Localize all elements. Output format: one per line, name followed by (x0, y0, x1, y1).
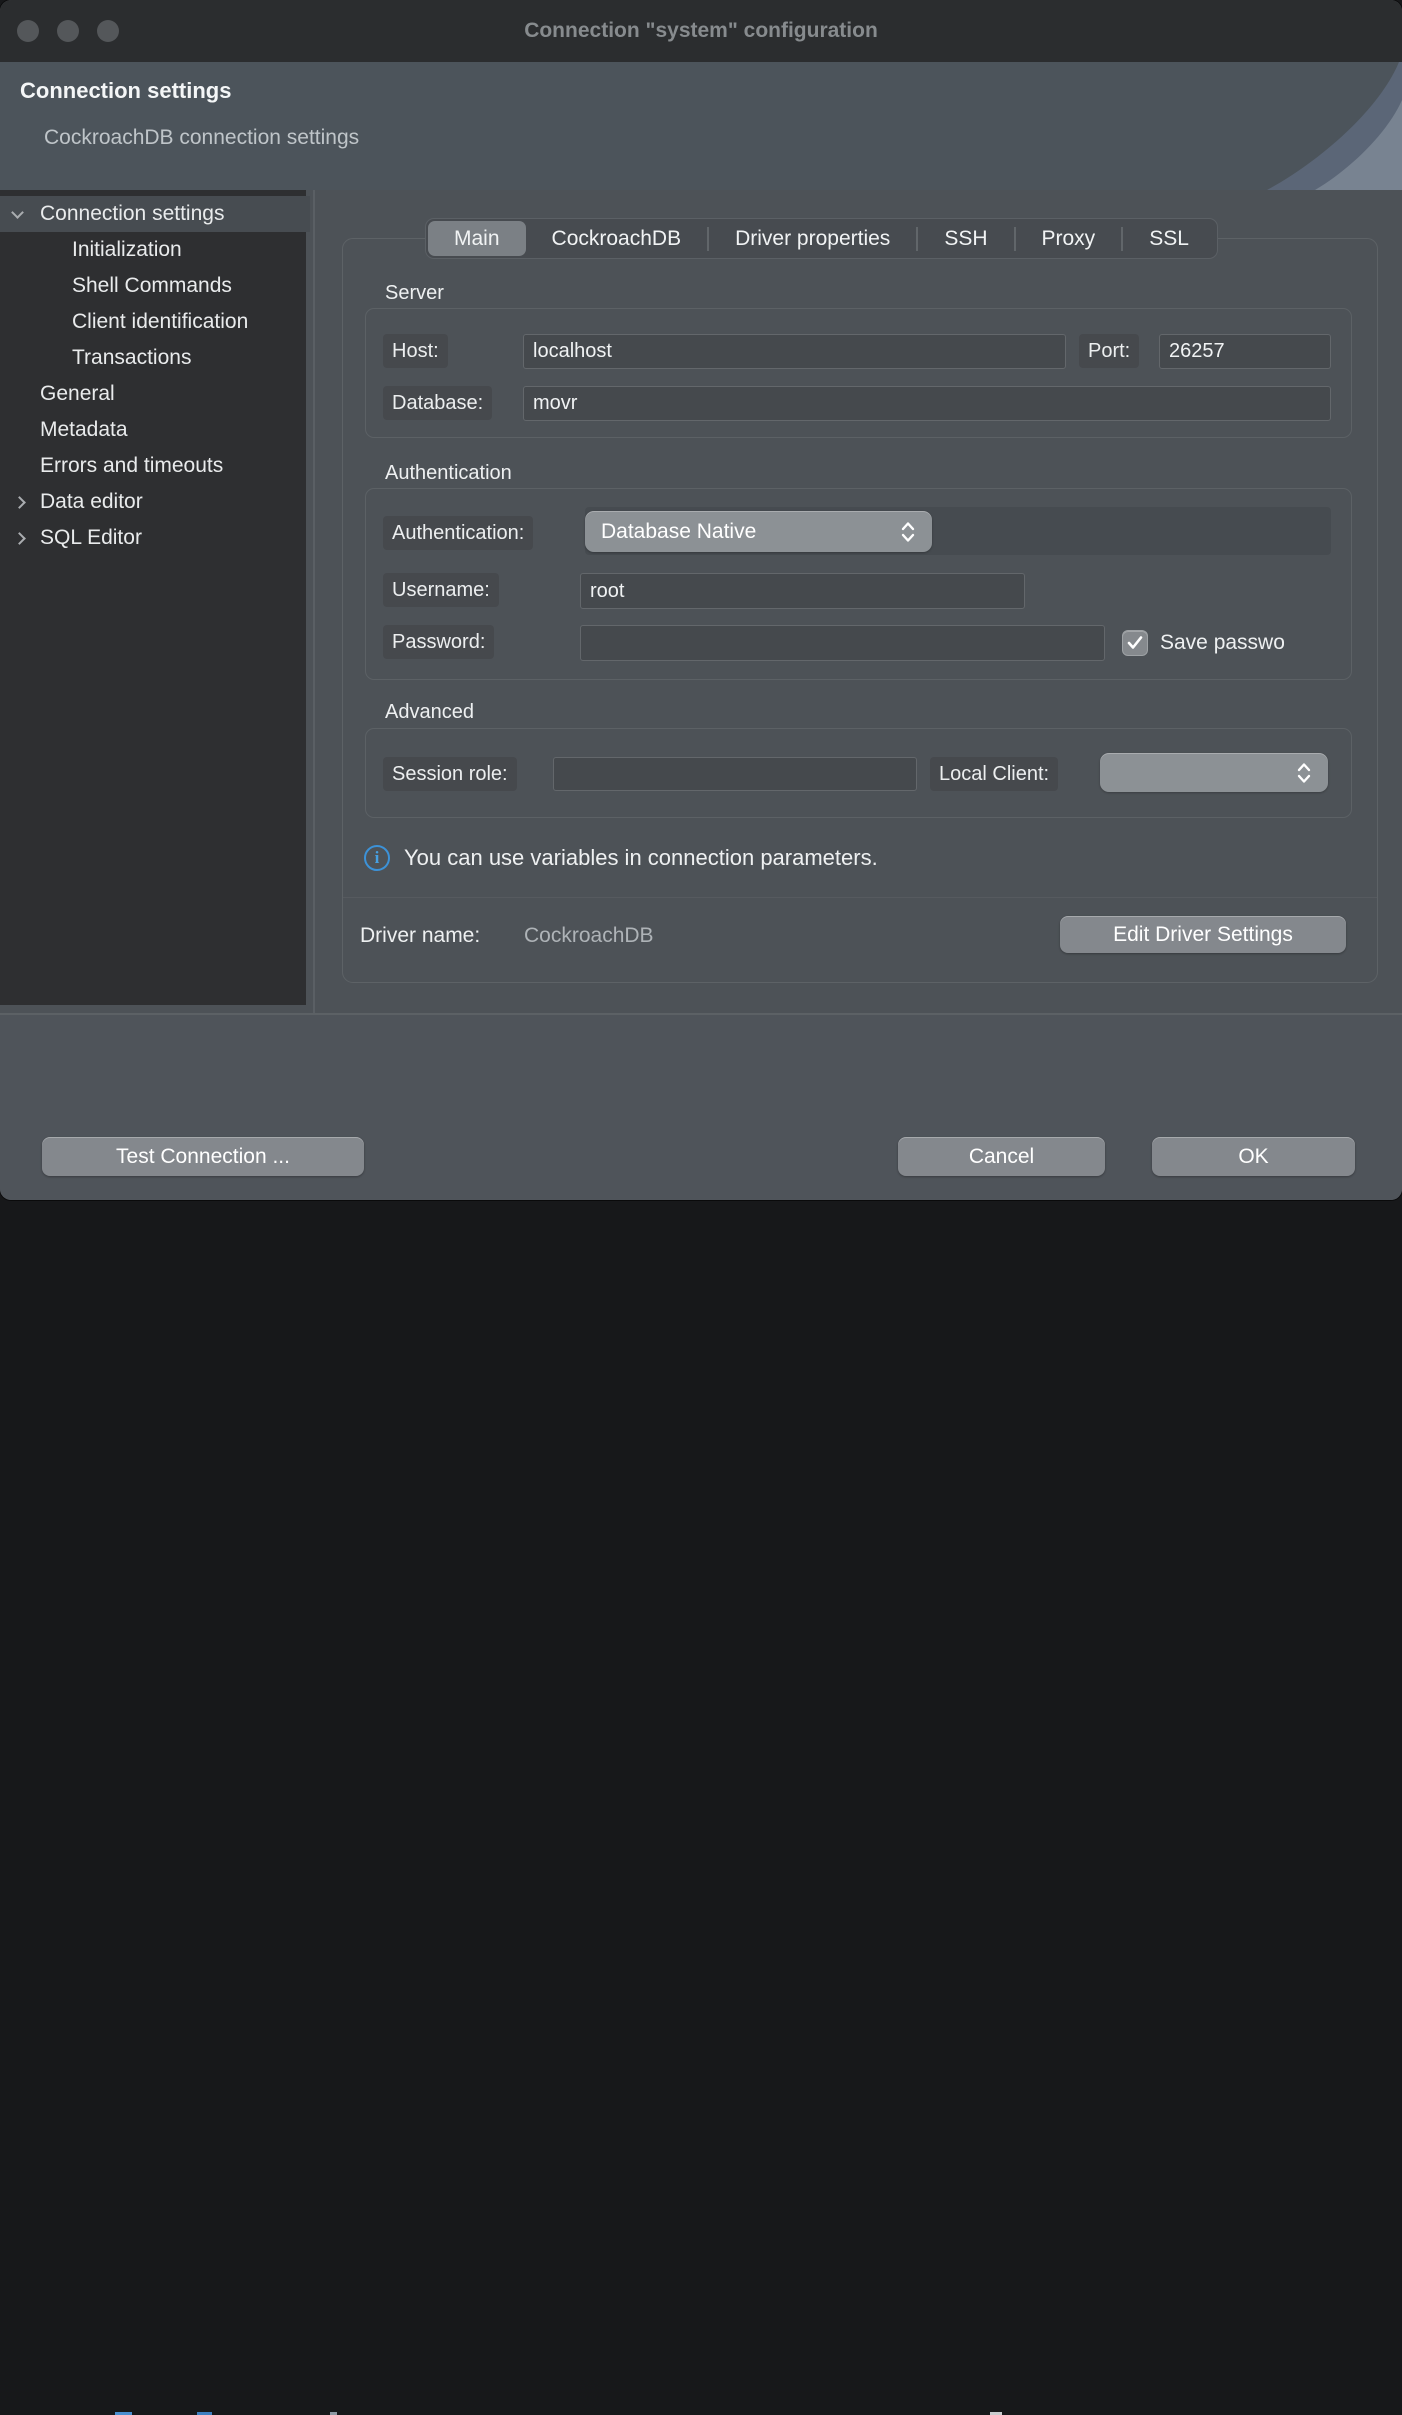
tree-item-label: Transactions (72, 346, 191, 370)
info-icon: i (364, 845, 390, 871)
session-role-input[interactable] (553, 757, 917, 791)
local-client-label: Local Client: (930, 757, 1058, 791)
sidebar-item-client-identification[interactable]: Client identification (0, 304, 306, 340)
authentication-dropdown[interactable]: Database Native (585, 511, 932, 552)
sidebar-item-shell-commands[interactable]: Shell Commands (0, 268, 306, 304)
header-title: Connection settings (20, 78, 231, 104)
local-client-dropdown[interactable] (1100, 753, 1328, 792)
tab-ssh[interactable]: SSH (918, 221, 1013, 256)
edit-driver-settings-button[interactable]: Edit Driver Settings (1060, 916, 1346, 953)
tree-item-label: SQL Editor (40, 526, 142, 550)
titlebar: Connection "system" configuration (0, 0, 1402, 62)
decorative-swoosh (1227, 62, 1402, 190)
driver-name-label: Driver name: (360, 924, 480, 948)
updown-chevrons-icon (1296, 761, 1312, 785)
driver-section-divider (343, 897, 1377, 898)
tab-driver-properties[interactable]: Driver properties (709, 221, 916, 256)
session-role-label: Session role: (383, 757, 517, 791)
updown-chevrons-icon (900, 520, 916, 544)
sidebar-item-metadata[interactable]: Metadata (0, 412, 306, 448)
window-title: Connection "system" configuration (0, 0, 1402, 62)
tab-main[interactable]: Main (428, 221, 526, 256)
chevron-right-icon[interactable] (13, 496, 26, 509)
authentication-label: Authentication: (383, 516, 533, 550)
tree-item-label: General (40, 382, 115, 406)
sidebar-item-transactions[interactable]: Transactions (0, 340, 306, 376)
tree-item-label: Shell Commands (72, 274, 232, 298)
sidebar-item-errors-and-timeouts[interactable]: Errors and timeouts (0, 448, 306, 484)
authentication-dropdown-value: Database Native (601, 520, 900, 544)
dialog-header: Connection settings CockroachDB connecti… (0, 62, 1402, 190)
sidebar-item-connection-settings[interactable]: Connection settings (0, 196, 310, 232)
port-label: Port: (1079, 334, 1139, 368)
tree-item-label: Client identification (72, 310, 248, 334)
header-subtitle: CockroachDB connection settings (44, 126, 359, 150)
database-input[interactable] (523, 386, 1331, 421)
username-label: Username: (383, 573, 499, 607)
sidebar-item-data-editor[interactable]: Data editor (0, 484, 306, 520)
tree-item-label: Connection settings (40, 202, 224, 226)
authentication-section-title: Authentication (385, 462, 512, 485)
tree-item-label: Errors and timeouts (40, 454, 223, 478)
password-label: Password: (383, 625, 494, 659)
variables-hint-text: You can use variables in connection para… (404, 845, 878, 871)
test-connection-button[interactable]: Test Connection ... (42, 1137, 364, 1176)
sidebar-splitter[interactable] (313, 190, 315, 1014)
save-password-checkbox[interactable] (1122, 630, 1148, 656)
port-input[interactable] (1159, 334, 1331, 369)
sidebar-item-initialization[interactable]: Initialization (0, 232, 306, 268)
database-label: Database: (383, 386, 492, 420)
server-section-title: Server (385, 282, 444, 305)
username-input[interactable] (580, 573, 1025, 609)
sidebar-item-sql-editor[interactable]: SQL Editor (0, 520, 306, 556)
password-input[interactable] (580, 625, 1105, 661)
connection-configuration-dialog: Connection "system" configuration Connec… (0, 0, 1402, 1200)
chevron-right-icon[interactable] (13, 532, 26, 545)
tree-item-label: Metadata (40, 418, 128, 442)
check-icon (1127, 636, 1143, 650)
sidebar-item-general[interactable]: General (0, 376, 306, 412)
host-label: Host: (383, 334, 448, 368)
tab-proxy[interactable]: Proxy (1016, 221, 1122, 256)
tab-cockroachdb[interactable]: CockroachDB (526, 221, 708, 256)
tree-item-label: Initialization (72, 238, 182, 262)
tab-ssl[interactable]: SSL (1123, 221, 1215, 256)
host-input[interactable] (523, 334, 1066, 369)
ok-button[interactable]: OK (1152, 1137, 1355, 1176)
chevron-down-icon[interactable] (11, 206, 24, 219)
driver-name-value: CockroachDB (524, 924, 654, 948)
save-password-label: Save password (1160, 631, 1284, 655)
advanced-section-title: Advanced (385, 701, 474, 724)
connection-tabs: Main CockroachDB Driver properties SSH P… (425, 218, 1218, 259)
cancel-button[interactable]: Cancel (898, 1137, 1105, 1176)
save-password-control: Save password (1122, 625, 1344, 661)
tree-item-label: Data editor (40, 490, 143, 514)
